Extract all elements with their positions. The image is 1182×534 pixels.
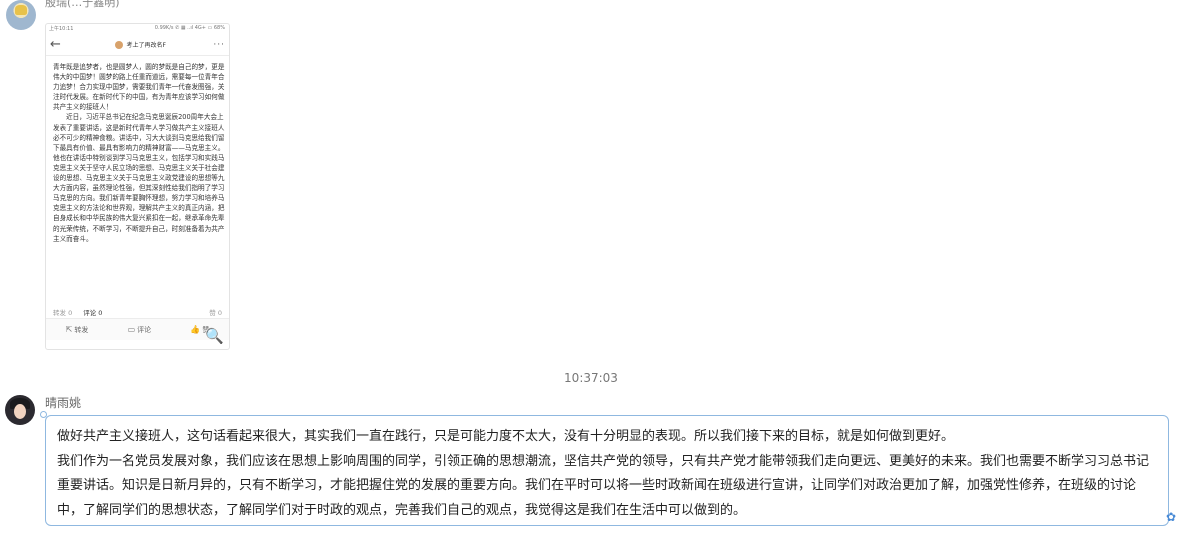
sender-avatar[interactable] bbox=[5, 395, 35, 425]
chat-window: 殷瑞(…于鑫明) 上午10:11 0.99K/s ✆ ▦ ..ıl 4G+ ▭ … bbox=[0, 0, 1182, 534]
more-icon: ··· bbox=[213, 39, 225, 50]
sender-avatar[interactable] bbox=[6, 0, 36, 30]
message-paragraph: 我们作为一名党员发展对象，我们应该在思想上影响周围的同学，引领正确的思想潮流，坚… bbox=[57, 453, 1150, 518]
comment-action: ▭ 评论 bbox=[127, 324, 152, 334]
comment-count: 评论 0 bbox=[83, 309, 103, 317]
post-title: 考上了再改名F bbox=[68, 40, 213, 49]
author-avatar bbox=[115, 40, 124, 49]
sender-name: 晴雨姚 bbox=[45, 396, 82, 410]
emoji-icon: ✿ bbox=[1165, 510, 1176, 524]
message-timestamp: 10:37:03 bbox=[564, 371, 618, 385]
like-count: 赞 0 bbox=[209, 309, 222, 317]
share-icon: ⇱ bbox=[65, 324, 73, 334]
screenshot-image[interactable]: 上午10:11 0.99K/s ✆ ▦ ..ıl 4G+ ▭ 68% ← 考上了… bbox=[45, 23, 230, 350]
zoom-in-icon[interactable]: 🔍 bbox=[205, 327, 224, 345]
thumbs-up-icon: 👍 bbox=[190, 324, 201, 334]
comment-icon: ▭ bbox=[127, 324, 136, 334]
message-paragraph: 做好共产主义接班人，这句话看起来很大，其实我们一直在践行，只是可能力度不太大，没… bbox=[57, 429, 955, 444]
post-header: ← 考上了再改名F ··· bbox=[46, 34, 229, 55]
status-time: 上午10:11 bbox=[49, 26, 74, 32]
status-indicators: 0.99K/s ✆ ▦ ..ıl 4G+ ▭ 68% bbox=[154, 25, 225, 31]
repost-action: ⇱ 转发 bbox=[65, 324, 89, 334]
post-actions: ⇱ 转发 ▭ 评论 👍 赞 bbox=[46, 318, 229, 340]
post-body: 青年既是追梦者，也是圆梦人，圆的梦既是自己的梦，更是伟大的中国梦！圆梦的路上任重… bbox=[46, 56, 229, 303]
back-arrow-icon: ← bbox=[50, 37, 61, 52]
post-paragraph: 青年既是追梦者，也是圆梦人，圆的梦既是自己的梦，更是伟大的中国梦！圆梦的路上任重… bbox=[53, 63, 225, 112]
phone-status-bar: 上午10:11 0.99K/s ✆ ▦ ..ıl 4G+ ▭ 68% bbox=[46, 24, 229, 34]
repost-count: 转发 0 bbox=[53, 309, 73, 317]
author-name: 考上了再改名F bbox=[126, 42, 166, 49]
message-bubble[interactable]: 做好共产主义接班人，这句话看起来很大，其实我们一直在践行，只是可能力度不太大，没… bbox=[45, 415, 1169, 526]
sender-name: 殷瑞(…于鑫明) bbox=[45, 0, 120, 9]
post-stats: 转发 0 评论 0 赞 0 bbox=[46, 303, 229, 317]
post-paragraph: 近日，习近平总书记在纪念马克思诞辰200周年大会上发表了重要讲话，这是新时代青年… bbox=[53, 113, 225, 243]
